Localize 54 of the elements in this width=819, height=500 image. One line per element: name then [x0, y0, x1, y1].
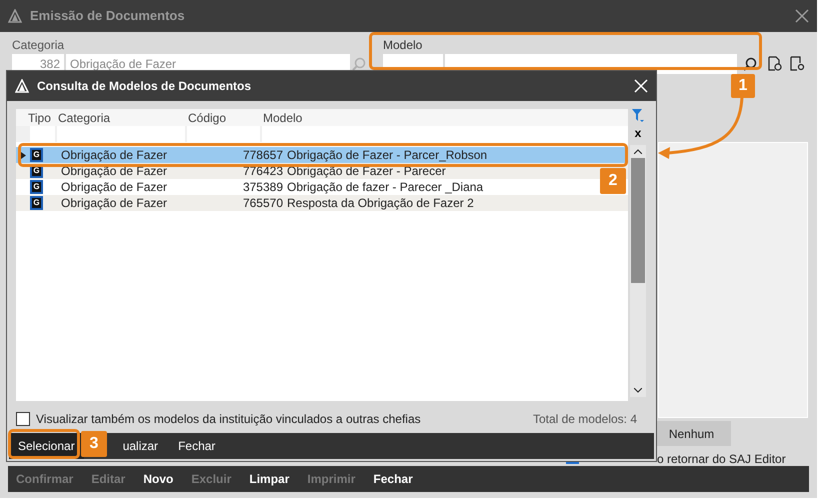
search-icon[interactable] [743, 57, 757, 71]
logo-icon [8, 9, 22, 23]
type-icon: G [30, 196, 43, 210]
column-header: Modelo [262, 110, 302, 126]
column-header: Categoria [57, 110, 112, 126]
toolbar-button[interactable]: Fechar [373, 470, 413, 488]
column-header: Código [187, 110, 228, 126]
table-cell-text: Obrigação de Fazer [60, 163, 168, 180]
filter-field[interactable] [262, 126, 628, 142]
filter-field[interactable] [187, 126, 260, 142]
checkbox[interactable] [16, 412, 30, 426]
toolbar-button[interactable]: Limpar [249, 470, 290, 488]
search-document-icon[interactable] [767, 56, 783, 72]
table-cell-text: Obrigação de Fazer - Parecer [287, 163, 446, 180]
logo-icon [15, 79, 29, 93]
scrollbar[interactable] [630, 145, 646, 397]
total-count: Total de modelos: 4 [532, 411, 637, 428]
dialog-button[interactable]: ualizar [112, 433, 168, 459]
table-cell-text: Obrigação de Fazer [60, 195, 168, 212]
dialog-title: Consulta de Modelos de Documentos [37, 78, 252, 95]
scroll-up-icon[interactable] [634, 149, 642, 154]
window-title: Emissão de Documentos [30, 7, 185, 26]
table-cell-text: 778657 [242, 147, 284, 164]
table-cell-text: Obrigação de fazer - Parecer _Diana [287, 179, 484, 196]
table-row[interactable]: G Obrigação de Fazer 765570 Resposta da Obrigação de Fazer 2 [16, 195, 628, 211]
dialog-button[interactable]: Fechar [168, 433, 226, 459]
row-pointer-icon [20, 152, 26, 158]
field-label: Categoria [12, 37, 66, 54]
column-header: Tipo [27, 110, 52, 126]
step-badge: 2 [600, 168, 626, 194]
search-icon[interactable] [352, 57, 366, 71]
table-cell-text: Obrigação de Fazer - Parcer_Robson [287, 147, 488, 164]
scroll-down-icon[interactable] [634, 388, 642, 393]
highlight-frame [8, 429, 80, 459]
filter-icon[interactable] [632, 109, 644, 123]
table-row[interactable]: G Obrigação de Fazer 778657 Obrigação de Fazer - Parcer_Robson [16, 147, 628, 163]
option-label: o retornar do SAJ Editor [657, 451, 786, 468]
document-search-icon[interactable] [789, 56, 805, 72]
table-cell-text: Resposta da Obrigação de Fazer 2 [287, 195, 474, 212]
type-icon: G [30, 180, 43, 194]
step-badge: 1 [731, 74, 755, 98]
table-cell-text: Obrigação de Fazer [60, 147, 168, 164]
filter-field[interactable] [30, 126, 55, 142]
option-label: Visualizar também os modelos da instituição vinculados a outras chefias [36, 411, 421, 428]
step-badge: 3 [81, 431, 107, 457]
table-cell-text: 375389 [242, 179, 284, 196]
table-cell-text: 765570 [242, 195, 284, 212]
toolbar-button[interactable]: Novo [143, 470, 174, 488]
field-label: Modelo [383, 37, 424, 54]
type-icon: G [30, 148, 43, 162]
table-cell-text: Obrigação de Fazer [60, 179, 168, 196]
table-cell-text: 776423 [242, 163, 284, 180]
clear-filter-button[interactable]: x [634, 125, 642, 141]
filter-field[interactable] [57, 126, 185, 142]
